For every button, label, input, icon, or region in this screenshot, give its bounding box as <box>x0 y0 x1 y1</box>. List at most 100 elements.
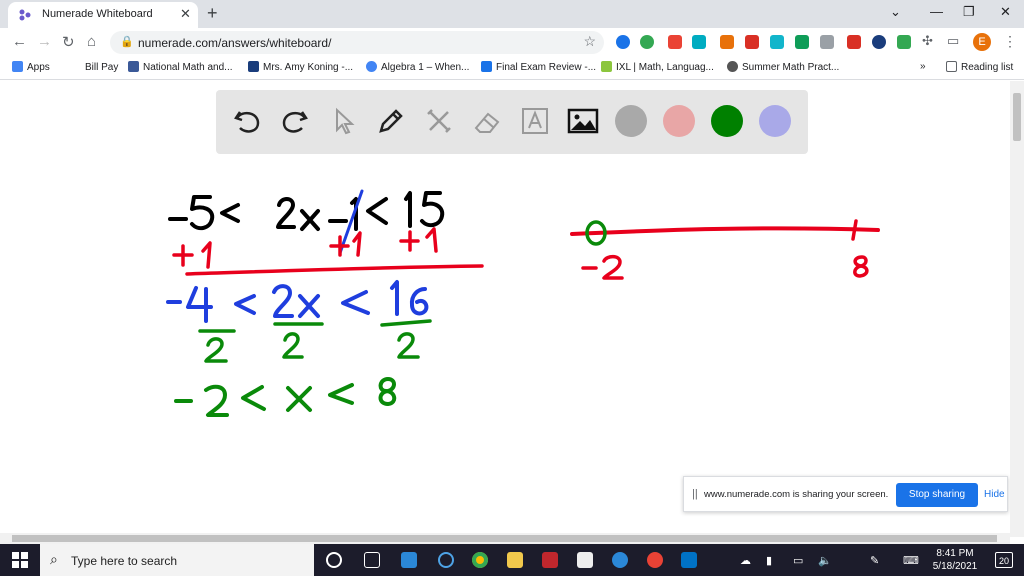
extensions-puzzle-icon[interactable]: ✣ <box>922 33 933 49</box>
restore-icon[interactable]: ❐ <box>963 4 975 20</box>
color-swatch-lavender[interactable] <box>759 105 791 137</box>
taskbar-search[interactable]: ⌕ Type here to search <box>40 544 314 576</box>
browser-toolbar: ← → ↻ ⌂ 🔒 numerade.com/answers/whiteboar… <box>0 28 1024 56</box>
extension-icon-11[interactable] <box>872 35 886 49</box>
bookmark-summer-math[interactable]: Summer Math Pract... <box>727 61 839 75</box>
new-tab-button[interactable]: + <box>207 3 218 24</box>
battery-icon[interactable]: ▭ <box>793 554 803 567</box>
ink-equation-line-3 <box>174 377 397 417</box>
summer-math-icon <box>727 61 738 72</box>
extension-icon-7[interactable] <box>770 35 784 49</box>
reading-list-icon <box>946 61 957 72</box>
screen-share-banner: || www.numerade.com is sharing your scre… <box>683 476 1008 512</box>
undo-icon[interactable] <box>230 104 264 138</box>
algebra-icon <box>366 61 377 72</box>
edge-icon[interactable] <box>612 552 628 568</box>
volume-icon[interactable]: 🔈 <box>818 554 832 567</box>
tab-title: Numerade Whiteboard <box>42 8 153 20</box>
taskbar-app-3-icon[interactable] <box>542 552 558 568</box>
horizontal-scrollbar[interactable] <box>0 533 1010 544</box>
bookmark-bill-pay[interactable]: Bill Pay <box>70 61 118 75</box>
task-view-icon[interactable] <box>364 552 380 568</box>
notifications-button[interactable]: 20 <box>995 552 1013 568</box>
bookmarks-bar: Apps Bill Pay National Math and... Mrs. … <box>0 56 1024 80</box>
close-window-icon[interactable]: ✕ <box>1000 4 1011 20</box>
extension-icon-6[interactable] <box>745 35 759 49</box>
taskbar-app-1-icon[interactable] <box>401 552 417 568</box>
bookmarks-overflow-icon[interactable]: » <box>920 61 926 75</box>
select-arrow-icon[interactable] <box>326 104 360 138</box>
text-icon[interactable] <box>518 104 552 138</box>
horizontal-scroll-thumb[interactable] <box>12 535 997 542</box>
whiteboard-page: || www.numerade.com is sharing your scre… <box>0 81 1010 537</box>
outlook-icon[interactable] <box>681 552 697 568</box>
eraser-icon[interactable] <box>470 104 504 138</box>
reading-list-button[interactable]: Reading list <box>946 61 1013 75</box>
color-swatch-pink[interactable] <box>663 105 695 137</box>
scroll-thumb[interactable] <box>1013 93 1021 141</box>
redo-icon[interactable] <box>278 104 312 138</box>
ink-label-8 <box>853 255 869 278</box>
ink-label-neg2 <box>581 254 624 280</box>
windows-start-icon[interactable] <box>12 552 28 568</box>
extension-icon-1[interactable] <box>616 35 630 49</box>
minimize-icon[interactable]: — <box>930 4 943 19</box>
color-swatch-green[interactable] <box>711 105 743 137</box>
chrome-taskbar-icon[interactable] <box>472 552 488 568</box>
clock-date: 5/18/2021 <box>932 561 978 572</box>
bookmark-final-exam-review[interactable]: Final Exam Review -... <box>481 61 596 75</box>
taskbar-app-2-icon[interactable] <box>438 552 454 568</box>
url-text[interactable]: numerade.com/answers/whiteboard/ <box>138 36 331 50</box>
ixl-icon <box>601 61 612 72</box>
onedrive-icon[interactable]: ☁ <box>740 554 751 567</box>
cortana-icon[interactable] <box>326 552 342 568</box>
address-bar[interactable]: 🔒 numerade.com/answers/whiteboard/ ☆ <box>110 31 604 54</box>
store-icon[interactable] <box>577 552 593 568</box>
image-icon[interactable] <box>566 104 600 138</box>
extension-icon-8[interactable] <box>795 35 809 49</box>
extension-icon-2[interactable] <box>640 35 654 49</box>
share-message: www.numerade.com is sharing your screen. <box>704 489 889 500</box>
tab-search-icon[interactable]: ⌄ <box>890 4 901 20</box>
pen-tray-icon[interactable]: ✎ <box>870 554 879 567</box>
bookmark-ixl[interactable]: IXL | Math, Languag... <box>601 61 714 75</box>
lock-icon: 🔒 <box>120 36 134 48</box>
bookmark-national-math[interactable]: National Math and... <box>128 61 233 75</box>
back-icon[interactable]: ← <box>12 33 27 50</box>
stop-sharing-button[interactable]: Stop sharing <box>896 483 978 507</box>
profile-avatar[interactable]: E <box>973 33 991 51</box>
taskbar-app-4-icon[interactable] <box>647 552 663 568</box>
extension-icon-4[interactable] <box>692 35 706 49</box>
ink-fraction-denominators <box>198 319 432 363</box>
cast-icon[interactable]: ▭ <box>947 33 959 49</box>
forward-icon[interactable]: → <box>37 33 52 50</box>
extension-icon-3[interactable] <box>668 35 682 49</box>
taskbar-clock[interactable]: 8:41 PM 5/18/2021 <box>930 547 980 573</box>
pen-icon[interactable] <box>374 104 408 138</box>
hide-link[interactable]: Hide <box>984 489 1005 500</box>
extension-icon-12[interactable] <box>897 35 911 49</box>
color-swatch-gray[interactable] <box>615 105 647 137</box>
keyboard-icon[interactable]: ⌨ <box>903 554 919 567</box>
bookmark-apps[interactable]: Apps <box>12 61 50 75</box>
ink-equation-line-1 <box>168 191 445 231</box>
tab-numerade-whiteboard[interactable]: Numerade Whiteboard ✕ <box>8 2 198 28</box>
usb-icon[interactable]: ▮ <box>766 554 772 567</box>
bookmark-mrs-amy-koning[interactable]: Mrs. Amy Koning -... <box>248 61 353 75</box>
ink-plus-ones <box>172 227 438 269</box>
bookmark-algebra-1[interactable]: Algebra 1 – When... <box>366 61 469 75</box>
bookmark-star-icon[interactable]: ☆ <box>583 33 596 50</box>
extension-icon-9[interactable] <box>820 35 834 49</box>
ink-red-divider <box>185 264 484 276</box>
tab-close-icon[interactable]: ✕ <box>180 6 191 22</box>
vertical-scrollbar[interactable] <box>1010 81 1024 537</box>
extension-icon-10[interactable] <box>847 35 861 49</box>
file-explorer-icon[interactable] <box>507 552 523 568</box>
home-icon[interactable]: ⌂ <box>87 33 96 50</box>
chrome-menu-icon[interactable]: ⋮ <box>1003 33 1017 50</box>
reload-icon[interactable]: ↻ <box>62 33 75 51</box>
tools-icon[interactable] <box>422 104 456 138</box>
numerade-logo-icon <box>19 9 31 21</box>
extension-icon-5[interactable] <box>720 35 734 49</box>
koning-icon <box>248 61 259 72</box>
